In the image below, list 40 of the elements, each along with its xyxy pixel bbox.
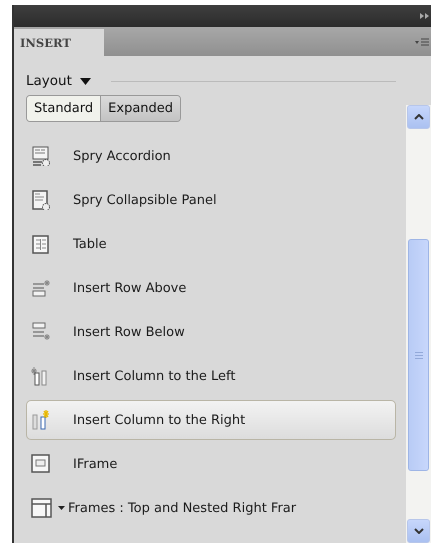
scroll-down-button[interactable] — [407, 519, 430, 543]
item-label: Insert Column to the Left — [73, 368, 236, 384]
collapse-icon[interactable] — [420, 13, 429, 19]
item-label: Spry Accordion — [73, 148, 171, 164]
table-icon — [31, 234, 51, 254]
insert-item[interactable]: Frames : Top and Nested Right Frar — [26, 488, 396, 528]
caret-down-icon — [414, 528, 424, 534]
item-label: Insert Row Below — [73, 324, 185, 340]
insert-column-icon — [31, 410, 51, 430]
caret-icon — [80, 78, 91, 84]
scrollbar[interactable] — [406, 105, 431, 543]
mode-tab[interactable]: Standard — [27, 96, 100, 121]
item-label: Table — [73, 236, 107, 252]
panel-icon — [31, 190, 51, 210]
caret-up-icon — [414, 114, 424, 120]
item-label: IFrame — [73, 456, 118, 472]
insert-item[interactable]: Insert Row Above — [26, 268, 396, 308]
category-dropdown[interactable]: Layout — [26, 73, 91, 89]
insert-row-icon — [31, 278, 51, 298]
insert-item[interactable]: IFrame — [26, 444, 396, 484]
panel-tab[interactable]: INSERT — [14, 29, 104, 56]
insert-item[interactable]: Insert Column to the Right — [26, 400, 396, 440]
insert-item[interactable]: Table — [26, 224, 396, 264]
item-label: Insert Row Above — [73, 280, 186, 296]
insert-item[interactable]: Spry Collapsible Panel — [26, 180, 396, 220]
scroll-thumb[interactable] — [408, 239, 429, 471]
insert-item[interactable]: Insert Row Below — [26, 312, 396, 352]
item-label: Spry Collapsible Panel — [73, 192, 217, 208]
scroll-up-button[interactable] — [407, 105, 430, 129]
iframe-icon — [31, 454, 51, 474]
insert-row-icon — [31, 322, 51, 342]
accordion-icon — [31, 146, 51, 166]
dropdown-caret-icon[interactable] — [58, 506, 65, 510]
frames-icon — [31, 498, 53, 518]
insert-item[interactable]: Spry Accordion — [26, 136, 396, 176]
mode-tab[interactable]: Expanded — [100, 96, 180, 121]
item-label: Frames : Top and Nested Right Frar — [68, 500, 296, 516]
panel-menu-icon[interactable] — [415, 38, 429, 46]
item-label: Insert Column to the Right — [73, 412, 246, 428]
insert-item[interactable]: Insert Column to the Left — [26, 356, 396, 396]
